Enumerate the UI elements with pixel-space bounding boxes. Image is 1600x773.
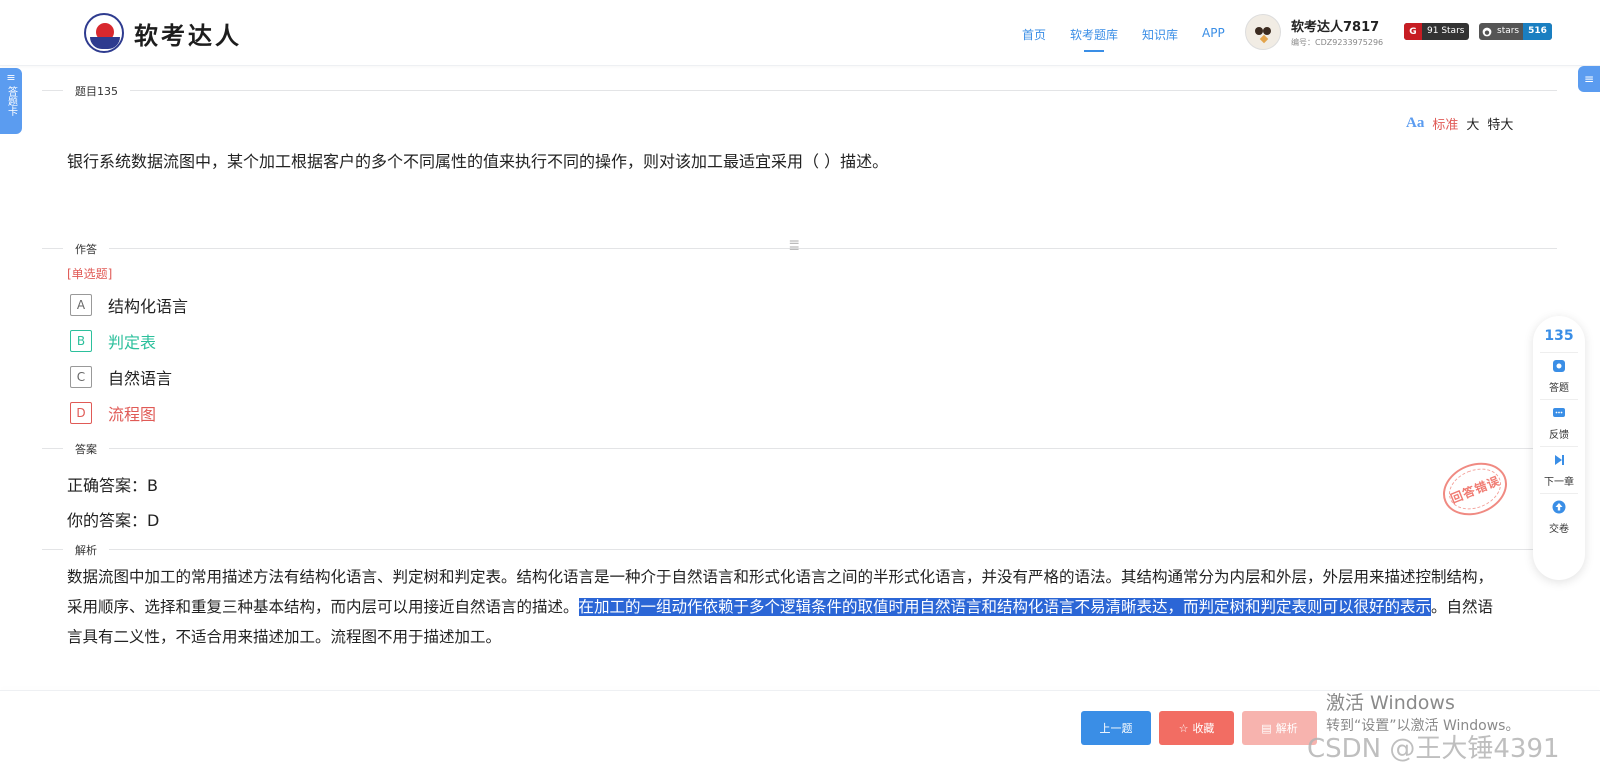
analysis-text-selected: 在加工的一组动作依赖于多个逻辑条件的取值时用自然语言和结构化语言不易清晰表达，而… [578, 598, 1432, 616]
option-letter: D [70, 402, 92, 424]
floating-toolbar: 135 答题 反馈 下一章 交卷 [1533, 316, 1585, 580]
shield-icon [1552, 359, 1566, 377]
next-chapter-label: 下一章 [1544, 477, 1574, 488]
answer-sheet-label: 答题 [1549, 383, 1569, 394]
nav-home[interactable]: 首页 [1022, 26, 1046, 43]
analysis-button[interactable]: ▤ 解析 [1242, 711, 1317, 745]
skip-next-icon [1552, 453, 1566, 471]
correct-answer: 正确答案：B [67, 476, 158, 495]
option-c[interactable]: C 自然语言 [70, 365, 172, 389]
answer-section-label: 作答 [63, 241, 109, 257]
github-stars-badge[interactable]: stars 516 [1479, 23, 1552, 40]
option-letter: C [70, 366, 92, 388]
star-icon: ☆ [1178, 721, 1189, 735]
logo-text: 软考达人 [134, 21, 242, 50]
menu-icon: ≡ [6, 71, 16, 84]
prev-question-label: 上一题 [1099, 722, 1133, 735]
csdn-watermark: CSDN @王大锤4391 [1307, 734, 1560, 764]
menu-icon: ≡ [1583, 72, 1595, 86]
user-name: 软考达人7817 [1291, 20, 1380, 35]
option-text: 自然语言 [108, 369, 173, 388]
avatar[interactable] [1245, 14, 1281, 50]
divider [42, 549, 1557, 550]
question-section-label: 题目135 [63, 83, 130, 99]
analysis-label: 解析 [1275, 722, 1298, 735]
logo-icon [84, 13, 124, 53]
right-menu-tab[interactable]: ≡ [1578, 66, 1600, 92]
nav-knowledge-base[interactable]: 知识库 [1142, 26, 1178, 43]
nav-app[interactable]: APP [1202, 26, 1225, 43]
answer-card-label: 答题卡 [5, 86, 17, 116]
font-size-extra-large[interactable]: 特大 [1487, 114, 1513, 133]
wrong-answer-stamp: 回答错误 [1435, 453, 1515, 525]
github-icon [1479, 23, 1495, 40]
gitee-stars-text: 91 Stars [1427, 26, 1465, 36]
feedback-button[interactable]: 反馈 [1540, 399, 1578, 446]
submit-exam-label: 交卷 [1549, 524, 1569, 535]
gitee-icon: G [1404, 23, 1422, 40]
main-nav: 首页 软考题库 知识库 APP [1022, 26, 1249, 52]
result-section-label: 答案 [63, 441, 109, 457]
nav-question-bank[interactable]: 软考题库 [1070, 26, 1118, 52]
analysis-section-label: 解析 [63, 542, 109, 558]
github-stars-label: stars [1497, 26, 1520, 36]
site-logo[interactable]: 软考达人 [84, 12, 242, 54]
font-size-large[interactable]: 大 [1466, 114, 1479, 133]
user-id: 编号：CDZ9233975296 [1291, 38, 1384, 47]
favorite-button[interactable]: ☆ 收藏 [1159, 711, 1234, 745]
font-size-switcher: Aa 标准 大 特大 [1406, 114, 1513, 133]
windows-activation-title: 激活 Windows [1326, 692, 1455, 714]
your-answer: 你的答案：D [67, 511, 160, 530]
chat-icon [1552, 406, 1566, 424]
next-chapter-button[interactable]: 下一章 [1540, 446, 1578, 493]
stamp-text: 回答错误 [1448, 473, 1502, 506]
divider [42, 90, 1557, 91]
option-letter: A [70, 294, 92, 316]
feedback-label: 反馈 [1549, 430, 1569, 441]
submit-exam-button[interactable]: 交卷 [1540, 493, 1578, 540]
github-stars-count: 516 [1523, 23, 1552, 40]
question-text: 银行系统数据流图中，某个加工根据客户的多个不同属性的值来执行不同的操作，则对该加… [67, 152, 889, 171]
upload-icon [1552, 500, 1566, 518]
font-size-icon: Aa [1406, 115, 1425, 131]
option-text: 流程图 [108, 405, 157, 424]
user-profile[interactable]: 软考达人7817 编号：CDZ9233975296 [1245, 14, 1383, 50]
divider [42, 448, 1557, 449]
option-text: 结构化语言 [108, 297, 189, 316]
option-d[interactable]: D 流程图 [70, 401, 156, 425]
question-number: 135 [1544, 328, 1574, 344]
gitee-stars-badge[interactable]: G 91 Stars [1404, 23, 1470, 40]
question-type: [单选题] [67, 267, 113, 281]
favorite-label: 收藏 [1192, 722, 1215, 735]
drag-handle-icon[interactable]: ═ ═ [790, 236, 810, 256]
font-size-standard[interactable]: 标准 [1432, 114, 1458, 133]
answer-sheet-button[interactable]: 答题 [1540, 352, 1578, 399]
answer-card-tab[interactable]: ≡ 答题卡 [0, 68, 22, 134]
option-letter: B [70, 330, 92, 352]
option-a[interactable]: A 结构化语言 [70, 293, 188, 317]
option-b[interactable]: B 判定表 [70, 329, 156, 353]
analysis-text: 数据流图中加工的常用描述方法有结构化语言、判定树和判定表。结构化语言是一种介于自… [67, 562, 1507, 652]
top-header: 软考达人 首页 软考题库 知识库 APP 软考达人7817 编号：CDZ9233… [0, 0, 1600, 66]
prev-question-button[interactable]: 上一题 [1081, 711, 1151, 745]
document-icon: ▤ [1261, 721, 1272, 735]
option-text: 判定表 [108, 333, 157, 352]
